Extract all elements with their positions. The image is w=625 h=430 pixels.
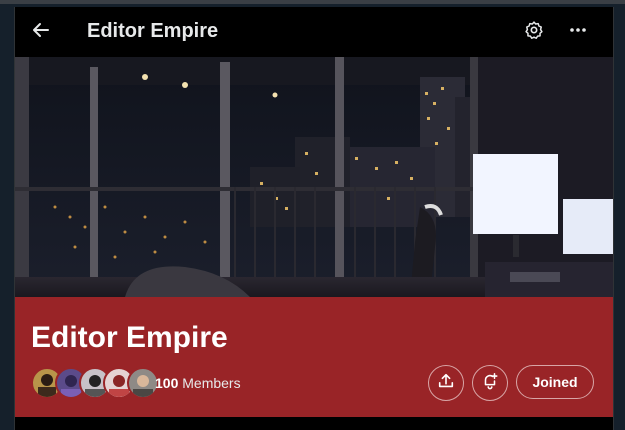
- more-horizontal-icon: [568, 20, 588, 45]
- community-banner: [15, 57, 613, 297]
- gear-icon: [524, 20, 544, 45]
- city-night-desk-photo: [15, 57, 613, 297]
- share-button[interactable]: [428, 365, 464, 401]
- member-count-label: Members: [182, 375, 241, 391]
- bell-plus-icon: [481, 372, 499, 395]
- community-name: Editor Empire: [31, 321, 228, 354]
- more-button[interactable]: [561, 15, 595, 49]
- community-page: Editor Empire Editor Empire 100 Members …: [14, 7, 614, 430]
- top-header: Editor Empire: [15, 7, 613, 57]
- member-count-value: 100: [155, 375, 179, 391]
- window-top-border: [0, 0, 625, 4]
- back-button[interactable]: [24, 15, 58, 49]
- settings-button[interactable]: [517, 15, 551, 49]
- share-icon: [437, 372, 455, 395]
- member-count[interactable]: 100 Members: [155, 375, 241, 391]
- community-info-panel: Editor Empire 100 Members Joined: [15, 297, 613, 417]
- page-title: Editor Empire: [87, 20, 219, 42]
- member-avatars[interactable]: [31, 367, 159, 399]
- arrow-left-icon: [31, 20, 51, 45]
- joined-button[interactable]: Joined: [516, 365, 594, 399]
- notifications-button[interactable]: [472, 365, 508, 401]
